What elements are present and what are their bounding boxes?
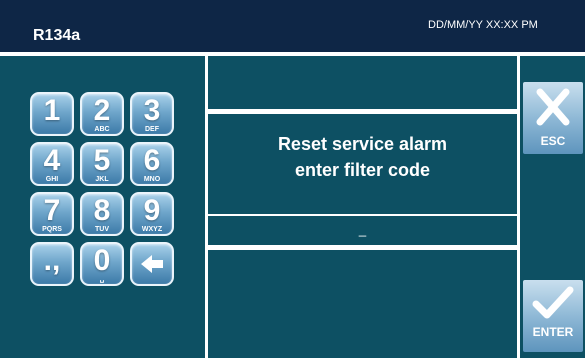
top-display-box xyxy=(208,56,517,109)
enter-button[interactable]: ENTER xyxy=(523,280,583,352)
backspace-arrow-icon xyxy=(141,255,163,273)
key-9-digit: 9 xyxy=(143,194,161,227)
esc-label: ESC xyxy=(540,134,566,148)
key-8[interactable]: 8 TUV xyxy=(80,192,124,236)
key-3-digit: 3 xyxy=(143,94,161,127)
key-7[interactable]: 7 PQRS xyxy=(30,192,74,236)
key-4-digit: 4 xyxy=(43,144,61,177)
datetime-display: DD/MM/YY XX:XX PM xyxy=(428,19,538,31)
app-title: R134a xyxy=(33,27,81,44)
key-2[interactable]: 2 ABC xyxy=(80,92,124,136)
key-2-letters: ABC xyxy=(94,126,110,133)
key-7-digit: 7 xyxy=(43,194,61,227)
key-4[interactable]: 4 GHI xyxy=(30,142,74,186)
key-0-space-symbol: ␣ xyxy=(99,276,105,283)
key-3[interactable]: 3 DEF xyxy=(130,92,174,136)
message-line-1: Reset service alarm xyxy=(277,134,448,154)
key-8-digit: 8 xyxy=(93,194,111,227)
key-5-digit: 5 xyxy=(93,144,111,177)
message-box: Reset service alarm enter filter code xyxy=(208,114,517,214)
key-3-letters: DEF xyxy=(145,126,159,133)
key-6-digit: 6 xyxy=(143,144,161,177)
input-cursor: _ xyxy=(358,222,367,237)
key-5-letters: JKL xyxy=(95,176,109,183)
key-1[interactable]: 1 xyxy=(30,92,74,136)
key-0[interactable]: 0 ␣ xyxy=(80,242,124,286)
checkmark-icon xyxy=(532,286,574,319)
message-line-2: enter filter code xyxy=(294,160,431,180)
key-9-letters: WXYZ xyxy=(141,226,163,233)
code-input-field[interactable]: _ xyxy=(208,216,517,245)
key-9[interactable]: 9 WXYZ xyxy=(130,192,174,236)
key-1-digit: 1 xyxy=(43,94,61,127)
key-6[interactable]: 6 MNO xyxy=(130,142,174,186)
key-4-letters: GHI xyxy=(45,176,59,183)
key-5[interactable]: 5 JKL xyxy=(80,142,124,186)
key-punctuation[interactable]: ., xyxy=(30,242,74,286)
key-0-digit: 0 xyxy=(93,244,111,277)
key-8-letters: TUV xyxy=(95,226,109,233)
enter-label: ENTER xyxy=(532,325,574,339)
keypad-panel: 1 2 ABC 3 DEF 4 GHI 5 JKL 6 MNO 7 PQRS 8… xyxy=(0,56,205,358)
esc-button[interactable]: ESC xyxy=(523,82,583,154)
close-x-icon xyxy=(536,88,570,126)
header-bar: R134a DD/MM/YY XX:XX PM xyxy=(0,0,585,52)
key-backspace[interactable] xyxy=(130,242,174,286)
bottom-display-box xyxy=(208,250,517,358)
key-6-letters: MNO xyxy=(143,176,161,183)
key-7-letters: PQRS xyxy=(42,226,62,233)
key-punctuation-label: ., xyxy=(43,244,61,277)
key-2-digit: 2 xyxy=(93,94,111,127)
